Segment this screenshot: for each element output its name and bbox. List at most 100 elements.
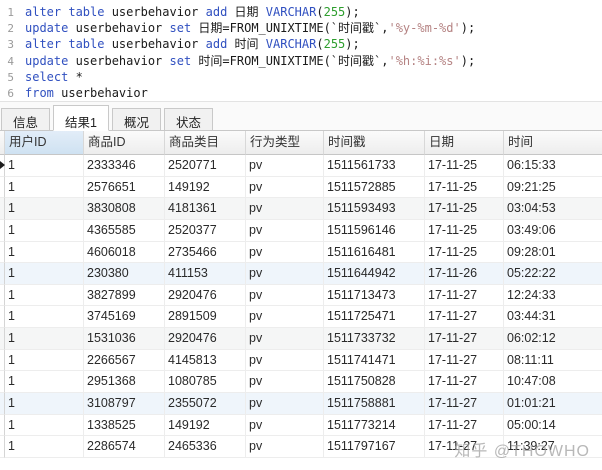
cell[interactable]: 2266567 <box>84 350 165 372</box>
cell[interactable]: pv <box>246 436 324 458</box>
cell[interactable]: 4606018 <box>84 242 165 264</box>
cell[interactable]: 1511713473 <box>324 285 425 307</box>
cell[interactable]: pv <box>246 263 324 285</box>
cell[interactable]: 1 <box>5 371 84 393</box>
cell[interactable]: 1531036 <box>84 328 165 350</box>
row-selector-gutter[interactable] <box>0 393 5 415</box>
column-header[interactable]: 日期 <box>425 131 504 155</box>
cell[interactable]: 1511725471 <box>324 306 425 328</box>
cell[interactable]: pv <box>246 198 324 220</box>
cell[interactable]: 1511644942 <box>324 263 425 285</box>
tab-profile[interactable]: 概况 <box>112 108 161 130</box>
cell[interactable]: 3745169 <box>84 306 165 328</box>
cell[interactable]: 03:04:53 <box>504 198 602 220</box>
cell[interactable]: pv <box>246 371 324 393</box>
cell[interactable]: 1 <box>5 155 84 177</box>
cell[interactable]: pv <box>246 155 324 177</box>
cell[interactable]: pv <box>246 242 324 264</box>
cell[interactable]: pv <box>246 415 324 437</box>
cell[interactable]: 09:21:25 <box>504 177 602 199</box>
cell[interactable]: 2920476 <box>165 328 246 350</box>
cell[interactable]: 2465336 <box>165 436 246 458</box>
cell[interactable]: 2891509 <box>165 306 246 328</box>
row-selector-gutter[interactable] <box>0 328 5 350</box>
cell[interactable]: 1 <box>5 436 84 458</box>
cell[interactable]: pv <box>246 285 324 307</box>
cell[interactable]: 2520377 <box>165 220 246 242</box>
row-selector-gutter[interactable] <box>0 198 5 220</box>
cell[interactable]: 2951368 <box>84 371 165 393</box>
cell[interactable]: 2920476 <box>165 285 246 307</box>
cell[interactable]: 1 <box>5 393 84 415</box>
cell[interactable]: 17-11-27 <box>425 393 504 415</box>
cell[interactable]: pv <box>246 306 324 328</box>
cell[interactable]: 17-11-27 <box>425 436 504 458</box>
cell[interactable]: 06:02:12 <box>504 328 602 350</box>
cell[interactable]: pv <box>246 328 324 350</box>
cell[interactable]: 17-11-27 <box>425 285 504 307</box>
cell[interactable]: 3830808 <box>84 198 165 220</box>
row-selector-gutter[interactable] <box>0 436 5 458</box>
row-selector-gutter[interactable] <box>0 263 5 285</box>
tab-result-1[interactable]: 结果1 <box>53 105 109 131</box>
cell[interactable]: 17-11-26 <box>425 263 504 285</box>
cell[interactable]: 03:44:31 <box>504 306 602 328</box>
cell[interactable]: 1 <box>5 242 84 264</box>
sql-editor[interactable]: 1alter table userbehavior add 日期 VARCHAR… <box>0 0 602 101</box>
cell[interactable]: 1511593493 <box>324 198 425 220</box>
cell[interactable]: 4145813 <box>165 350 246 372</box>
row-selector-gutter[interactable] <box>0 306 5 328</box>
cell[interactable]: 1080785 <box>165 371 246 393</box>
cell[interactable]: 11:39:27 <box>504 436 602 458</box>
cell[interactable]: 1511741471 <box>324 350 425 372</box>
cell[interactable]: 230380 <box>84 263 165 285</box>
cell[interactable]: 1511572885 <box>324 177 425 199</box>
cell[interactable]: 1511773214 <box>324 415 425 437</box>
cell[interactable]: 1511797167 <box>324 436 425 458</box>
cell[interactable]: 17-11-25 <box>425 220 504 242</box>
column-header[interactable]: 商品类目 <box>165 131 246 155</box>
cell[interactable]: 4181361 <box>165 198 246 220</box>
cell[interactable]: 17-11-25 <box>425 242 504 264</box>
cell[interactable]: 411153 <box>165 263 246 285</box>
row-selector-gutter[interactable] <box>0 415 5 437</box>
row-selector-gutter[interactable] <box>0 177 5 199</box>
row-selector-gutter[interactable] <box>0 371 5 393</box>
cell[interactable]: 17-11-25 <box>425 155 504 177</box>
tab-info[interactable]: 信息 <box>1 108 50 130</box>
cell[interactable]: pv <box>246 350 324 372</box>
column-header[interactable]: 行为类型 <box>246 131 324 155</box>
cell[interactable]: 149192 <box>165 415 246 437</box>
cell[interactable]: 2286574 <box>84 436 165 458</box>
cell[interactable]: 1 <box>5 328 84 350</box>
cell[interactable]: 1 <box>5 220 84 242</box>
cell[interactable]: 1338525 <box>84 415 165 437</box>
tab-status[interactable]: 状态 <box>164 108 213 130</box>
cell[interactable]: 05:00:14 <box>504 415 602 437</box>
cell[interactable]: pv <box>246 220 324 242</box>
cell[interactable]: 2333346 <box>84 155 165 177</box>
column-header[interactable]: 时间 <box>504 131 602 155</box>
cell[interactable]: 17-11-25 <box>425 177 504 199</box>
column-header[interactable]: 时间戳 <box>324 131 425 155</box>
cell[interactable]: 17-11-27 <box>425 371 504 393</box>
cell[interactable]: 1 <box>5 263 84 285</box>
column-header[interactable]: 用户ID <box>5 131 84 155</box>
cell[interactable]: 1511733732 <box>324 328 425 350</box>
cell[interactable]: 149192 <box>165 177 246 199</box>
cell[interactable]: 17-11-27 <box>425 415 504 437</box>
cell[interactable]: 09:28:01 <box>504 242 602 264</box>
cell[interactable]: 2355072 <box>165 393 246 415</box>
cell[interactable]: 2520771 <box>165 155 246 177</box>
cell[interactable]: 05:22:22 <box>504 263 602 285</box>
cell[interactable]: 17-11-27 <box>425 350 504 372</box>
cell[interactable]: 1 <box>5 306 84 328</box>
cell[interactable]: 1511596146 <box>324 220 425 242</box>
cell[interactable]: 12:24:33 <box>504 285 602 307</box>
cell[interactable]: 2735466 <box>165 242 246 264</box>
row-selector-gutter[interactable] <box>0 155 5 177</box>
cell[interactable]: 1 <box>5 415 84 437</box>
cell[interactable]: 10:47:08 <box>504 371 602 393</box>
column-header[interactable]: 商品ID <box>84 131 165 155</box>
cell[interactable]: 3108797 <box>84 393 165 415</box>
